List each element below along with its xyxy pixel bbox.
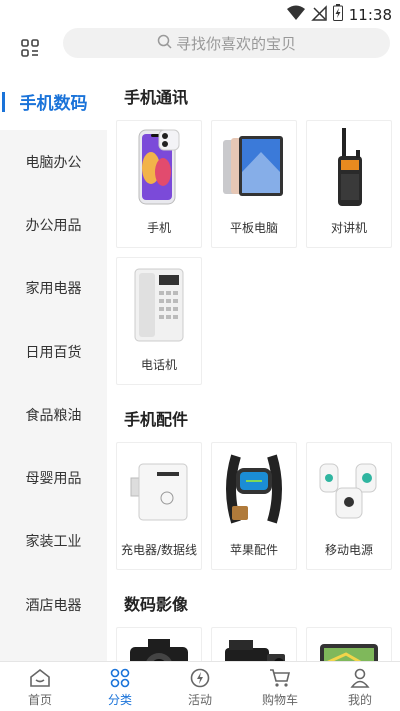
tile-label: 对讲机	[330, 221, 367, 235]
sidebar-item-label: 母婴用品	[25, 471, 82, 488]
section-title: 手机配件	[124, 410, 189, 429]
charger-icon	[124, 447, 194, 531]
nav-label: 购物车	[261, 693, 298, 707]
walkie-talkie-icon	[314, 125, 384, 209]
tile-apple-accessories[interactable]: 苹果配件	[211, 442, 297, 570]
cart-icon	[269, 667, 291, 689]
sidebar-item-label: 家用电器	[25, 281, 82, 298]
nav-home[interactable]: 首页	[0, 662, 80, 711]
tile-charger-cable[interactable]: 充电器/数据线	[116, 442, 202, 570]
nav-category[interactable]: 分类	[80, 662, 160, 711]
sidebar-item-office-supplies[interactable]: 办公用品	[0, 193, 107, 256]
profile-icon	[350, 667, 370, 689]
product-grid: 充电器/数据线 苹果配件 移动电源	[107, 442, 400, 570]
tile-desk-phone[interactable]: 电话机	[116, 257, 202, 385]
sidebar-item-daily-goods[interactable]: 日用百货	[0, 320, 107, 383]
clock: 11:38	[348, 5, 392, 24]
power-bank-icon	[314, 447, 384, 531]
sidebar-item-label: 日用百货	[25, 344, 82, 361]
camcorder-icon	[219, 632, 289, 661]
sidebar-item-hotel-appliances[interactable]: 酒店电器	[0, 573, 107, 636]
tile-label: 移动电源	[324, 543, 373, 557]
sidebar-item-baby-products[interactable]: 母婴用品	[0, 446, 107, 509]
no-signal-icon	[310, 4, 327, 25]
sidebar-item-computer-office[interactable]: 电脑办公	[0, 130, 107, 193]
category-sidebar: 手机数码 电脑办公 办公用品 家用电器 日用百货 食品粮油 母婴用品 家装工业 …	[0, 72, 107, 661]
product-grid	[107, 627, 400, 661]
sidebar-item-home-appliances[interactable]: 家用电器	[0, 257, 107, 320]
search-placeholder: 寻找你喜欢的宝贝	[175, 34, 296, 53]
nav-profile[interactable]: 我的	[320, 662, 400, 711]
tile-label: 充电器/数据线	[120, 543, 198, 557]
nav-label: 分类	[107, 693, 132, 707]
nav-label: 首页	[27, 693, 52, 707]
sidebar-item-food-grain-oil[interactable]: 食品粮油	[0, 383, 107, 446]
battery-charging-icon	[332, 4, 343, 25]
tile-phone[interactable]: 手机	[116, 120, 202, 248]
dslr-camera-icon	[124, 632, 194, 661]
category-icon	[110, 667, 130, 689]
tile-gps-navigator[interactable]	[306, 627, 392, 661]
section-title: 数码影像	[124, 595, 189, 614]
header: 寻找你喜欢的宝贝	[0, 28, 400, 72]
smart-band-icon	[219, 447, 289, 531]
sidebar-item-label: 办公用品	[25, 217, 82, 234]
section-title: 手机通讯	[124, 88, 189, 107]
tile-label: 电话机	[140, 358, 177, 372]
sidebar-item-label: 家装工业	[25, 534, 82, 551]
sidebar-item-label: 食品粮油	[25, 407, 82, 424]
tile-label: 苹果配件	[229, 543, 278, 557]
iphone-icon	[124, 125, 194, 209]
tile-dslr-camera[interactable]	[116, 627, 202, 661]
nav-activity[interactable]: 活动	[160, 662, 240, 711]
active-indicator	[2, 92, 5, 112]
wifi-icon	[286, 5, 305, 25]
nav-label: 活动	[187, 693, 212, 707]
status-icons: 11:38	[286, 4, 392, 25]
gps-navigator-icon	[314, 632, 384, 661]
activity-icon	[190, 667, 210, 689]
tile-power-bank[interactable]: 移动电源	[306, 442, 392, 570]
product-grid: 手机 平板电脑 对讲机 电话机	[107, 120, 400, 385]
tablet-icon	[219, 125, 289, 209]
tile-tablet[interactable]: 平板电脑	[211, 120, 297, 248]
sidebar-item-phone-digital[interactable]: 手机数码	[0, 72, 107, 130]
bottom-navigation: 首页 分类 活动 购物车 我的	[0, 661, 400, 711]
desk-phone-icon	[124, 262, 194, 346]
sidebar-item-label: 电脑办公	[25, 154, 82, 171]
sidebar-item-label: 酒店电器	[25, 597, 82, 614]
nav-label: 我的	[347, 693, 372, 707]
tile-label: 手机	[146, 221, 171, 235]
sidebar-item-label: 手机数码	[19, 93, 88, 114]
nav-cart[interactable]: 购物车	[240, 662, 320, 711]
category-grid-button[interactable]	[16, 36, 44, 64]
home-icon	[29, 667, 51, 689]
status-bar: 11:38	[0, 0, 400, 28]
tile-walkie-talkie[interactable]: 对讲机	[306, 120, 392, 248]
search-icon	[157, 34, 172, 53]
category-content: 手机通讯 手机 平板电脑 对讲机 电话机 手机配件 充电器/数据线 苹果配件 移…	[107, 72, 400, 661]
search-input[interactable]: 寻找你喜欢的宝贝	[63, 28, 390, 58]
tile-camcorder[interactable]	[211, 627, 297, 661]
tile-label: 平板电脑	[229, 221, 278, 235]
sidebar-item-home-industrial[interactable]: 家装工业	[0, 510, 107, 573]
grid-icon	[21, 39, 39, 61]
